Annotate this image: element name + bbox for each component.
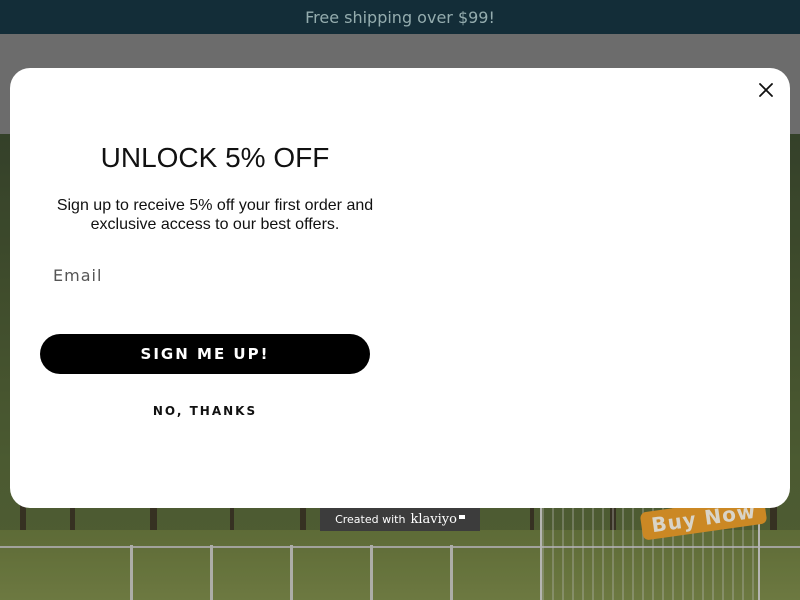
sign-up-button[interactable]: SIGN ME UP! [40, 334, 370, 374]
popup-title: UNLOCK 5% OFF [100, 142, 330, 173]
no-thanks-link[interactable]: NO, THANKS [40, 404, 370, 418]
signup-popup: UNLOCK 5% OFF Sign up to receive 5% off … [10, 68, 790, 508]
close-icon [759, 83, 773, 97]
klaviyo-attribution[interactable]: Created with klaviyo [320, 508, 480, 531]
attribution-prefix: Created with [335, 513, 406, 526]
email-input[interactable] [50, 258, 380, 292]
popup-subtitle: Sign up to receive 5% off your first ord… [56, 197, 374, 233]
klaviyo-flag-icon [458, 514, 465, 519]
klaviyo-logo: klaviyo [410, 512, 457, 527]
close-button[interactable] [756, 80, 776, 100]
